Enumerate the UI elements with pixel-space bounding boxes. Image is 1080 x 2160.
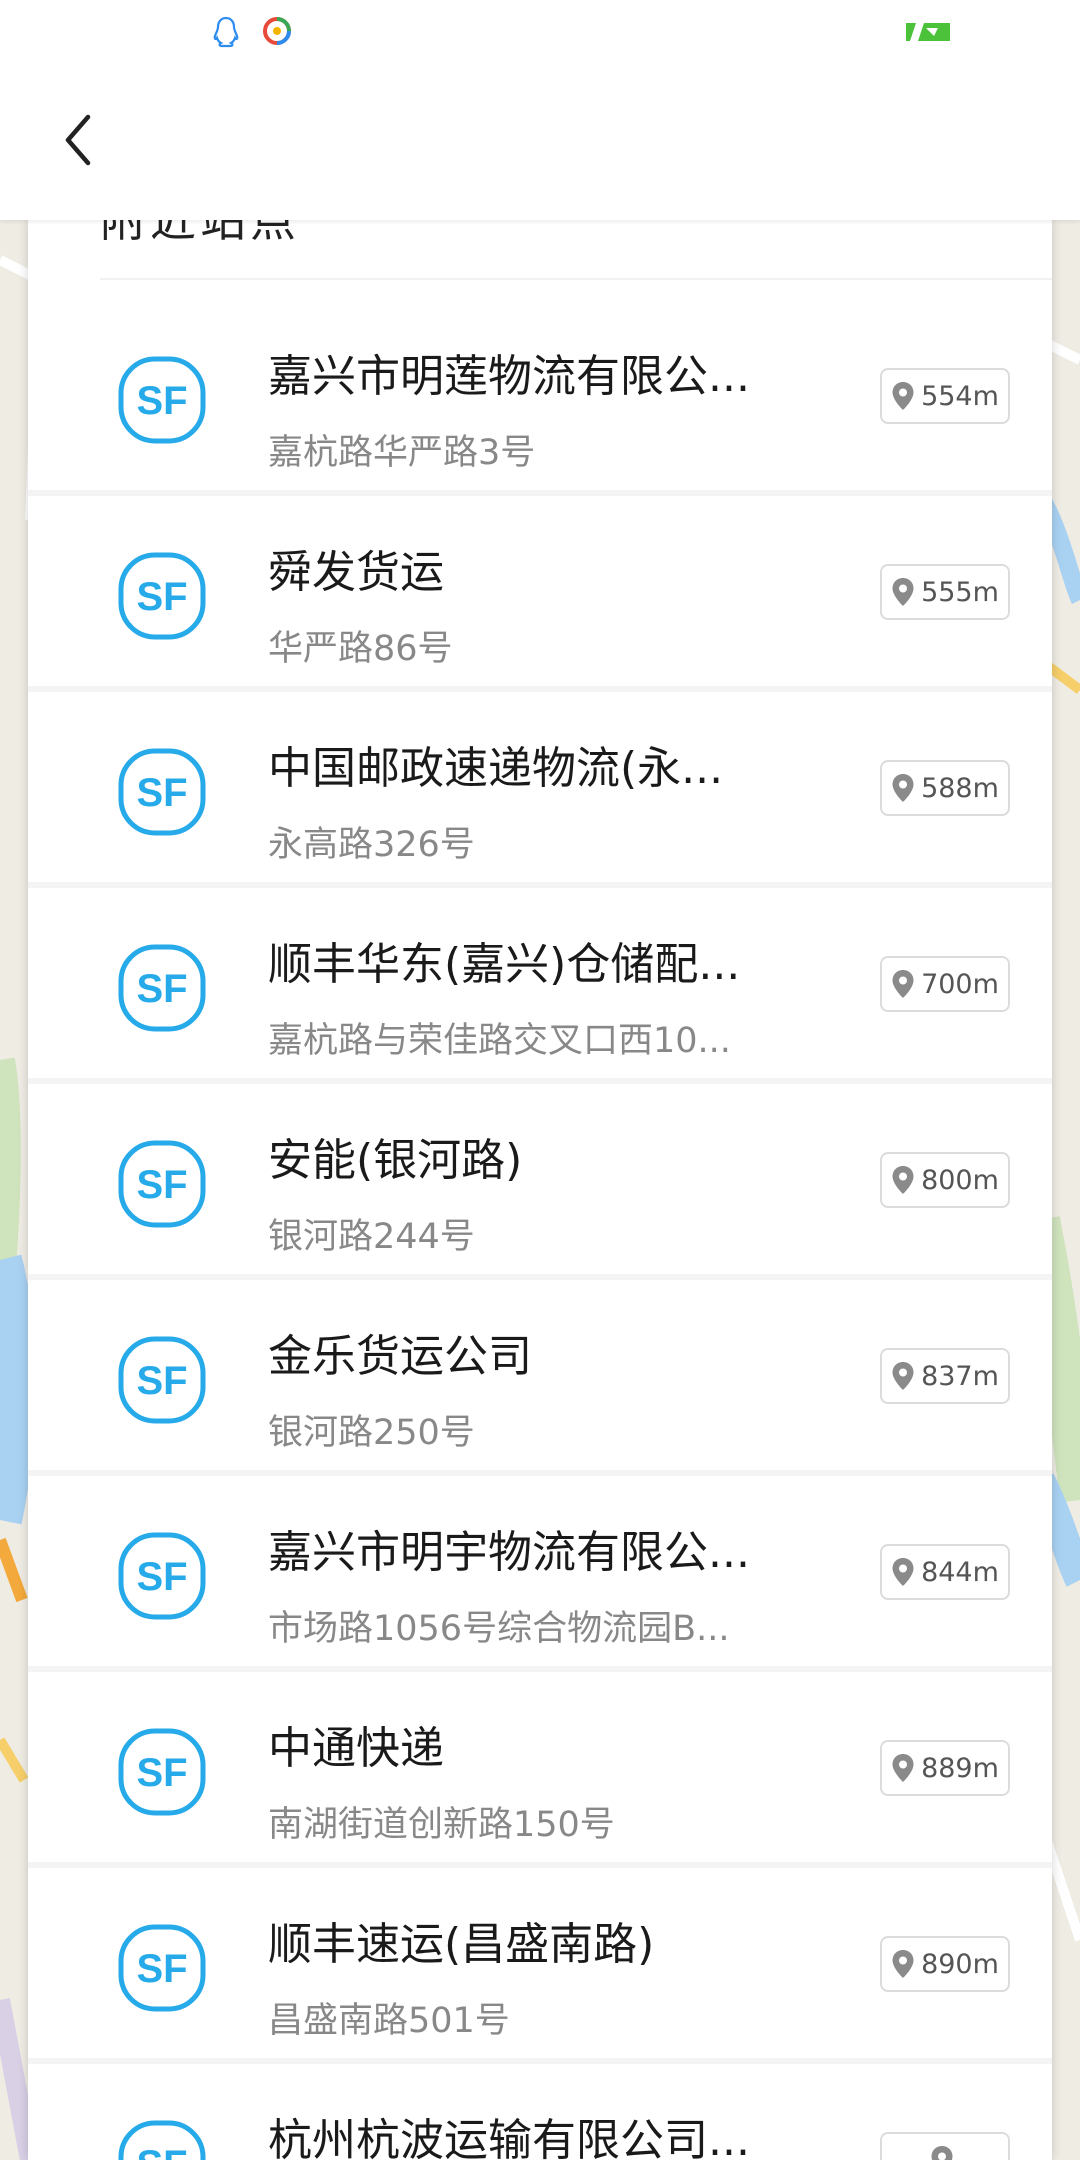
station-address: 市场路1056号综合物流园B... — [268, 1609, 730, 1649]
svg-text:SF: SF — [136, 2143, 187, 2160]
location-pin-icon — [892, 1754, 914, 1782]
svg-text:SF: SF — [136, 379, 187, 423]
station-address: 南湖街道创新路150号 — [268, 1805, 615, 1845]
distance-text: 555m — [921, 576, 999, 608]
station-address: 银河路250号 — [268, 1413, 475, 1453]
distance-text: 837m — [921, 1360, 999, 1392]
sf-logo-icon: SF — [116, 2118, 208, 2160]
location-pin-icon — [931, 2146, 953, 2160]
sf-logo-icon: SF — [116, 1334, 208, 1426]
station-name: 安能(银河路) — [268, 1135, 523, 1186]
qq-icon — [208, 14, 244, 54]
distance-text: 700m — [921, 968, 999, 1000]
station-list-item[interactable]: SF 舜发货运 华严路86号 555m — [28, 496, 1052, 692]
station-list-item[interactable]: SF 顺丰速运(昌盛南路) 昌盛南路501号 890m — [28, 1868, 1052, 2064]
distance-badge: 844m — [880, 1544, 1010, 1600]
battery-icon — [904, 20, 954, 48]
station-name: 嘉兴市明莲物流有限公... — [268, 351, 750, 402]
location-pin-icon — [892, 1362, 914, 1390]
distance-text: 554m — [921, 380, 999, 412]
location-pin-icon — [892, 382, 914, 410]
distance-badge: 700m — [880, 956, 1010, 1012]
distance-badge: 889m — [880, 1740, 1010, 1796]
station-address: 嘉杭路与荣佳路交叉口西10... — [268, 1021, 731, 1061]
distance-badge: 588m — [880, 760, 1010, 816]
location-pin-icon — [892, 1558, 914, 1586]
divider — [100, 278, 1052, 280]
distance-badge: 837m — [880, 1348, 1010, 1404]
station-name: 嘉兴市明宇物流有限公... — [268, 1527, 750, 1578]
station-list-item[interactable]: SF 顺丰华东(嘉兴)仓储配... 嘉杭路与荣佳路交叉口西10... 700m — [28, 888, 1052, 1084]
location-pin-icon — [892, 1950, 914, 1978]
browser-icon — [260, 14, 294, 52]
station-list-item[interactable]: SF 嘉兴市明莲物流有限公... 嘉杭路华严路3号 554m — [28, 300, 1052, 496]
sf-logo-icon: SF — [116, 1726, 208, 1818]
svg-text:SF: SF — [136, 1947, 187, 1991]
distance-text: 890m — [921, 1948, 999, 1980]
station-address: 嘉杭路华严路3号 — [268, 433, 536, 473]
station-name: 金乐货运公司 — [268, 1331, 532, 1382]
sf-logo-icon: SF — [116, 746, 208, 838]
station-name: 中通快递 — [268, 1723, 444, 1774]
location-pin-icon — [892, 1166, 914, 1194]
station-name: 中国邮政速递物流(永... — [268, 743, 724, 794]
svg-text:SF: SF — [136, 1359, 187, 1403]
station-address: 华严路86号 — [268, 629, 453, 669]
station-list-item[interactable]: SF 嘉兴市明宇物流有限公... 市场路1056号综合物流园B... 844m — [28, 1476, 1052, 1672]
distance-badge: 800m — [880, 1152, 1010, 1208]
svg-text:SF: SF — [136, 575, 187, 619]
station-address: 昌盛南路501号 — [268, 2001, 510, 2041]
station-list-item[interactable]: SF 金乐货运公司 银河路250号 837m — [28, 1280, 1052, 1476]
station-address: 永高路326号 — [268, 825, 475, 865]
chevron-left-icon — [65, 114, 91, 166]
distance-badge: 555m — [880, 564, 1010, 620]
station-list-item[interactable]: SF 安能(银河路) 银河路244号 800m — [28, 1084, 1052, 1280]
distance-text: 588m — [921, 772, 999, 804]
sf-logo-icon: SF — [116, 1922, 208, 2014]
station-name: 顺丰速运(昌盛南路) — [268, 1919, 655, 1970]
station-list-item[interactable]: SF 中国邮政速递物流(永... 永高路326号 588m — [28, 692, 1052, 888]
station-name: 舜发货运 — [268, 547, 444, 598]
status-bar — [0, 0, 1080, 66]
station-list-item[interactable]: SF 杭州杭波运输有限公司... — [28, 2064, 1052, 2160]
sf-logo-icon: SF — [116, 354, 208, 446]
nearby-stations-panel: 附近站点 SF 嘉兴市明莲物流有限公... 嘉杭路华严路3号 554m SF 舜… — [28, 220, 1052, 2160]
station-name: 顺丰华东(嘉兴)仓储配... — [268, 939, 741, 990]
svg-text:SF: SF — [136, 1555, 187, 1599]
distance-text: 889m — [921, 1752, 999, 1784]
station-list-item[interactable]: SF 中通快递 南湖街道创新路150号 889m — [28, 1672, 1052, 1868]
svg-text:SF: SF — [136, 1751, 187, 1795]
section-title: 附近站点 — [100, 220, 300, 247]
station-address: 银河路244号 — [268, 1217, 475, 1257]
distance-text: 800m — [921, 1164, 999, 1196]
sf-logo-icon: SF — [116, 1138, 208, 1230]
back-button[interactable] — [48, 110, 108, 170]
sf-logo-icon: SF — [116, 1530, 208, 1622]
top-bar — [0, 66, 1080, 220]
station-name: 杭州杭波运输有限公司... — [268, 2115, 750, 2160]
location-pin-icon — [892, 970, 914, 998]
location-pin-icon — [892, 578, 914, 606]
distance-badge: 890m — [880, 1936, 1010, 1992]
station-list: SF 嘉兴市明莲物流有限公... 嘉杭路华严路3号 554m SF 舜发货运 华… — [28, 300, 1052, 2160]
svg-text:SF: SF — [136, 1163, 187, 1207]
distance-badge — [880, 2132, 1010, 2160]
distance-badge: 554m — [880, 368, 1010, 424]
svg-text:SF: SF — [136, 771, 187, 815]
svg-text:SF: SF — [136, 967, 187, 1011]
sf-logo-icon: SF — [116, 942, 208, 1034]
distance-text: 844m — [921, 1556, 999, 1588]
sf-logo-icon: SF — [116, 550, 208, 642]
location-pin-icon — [892, 774, 914, 802]
